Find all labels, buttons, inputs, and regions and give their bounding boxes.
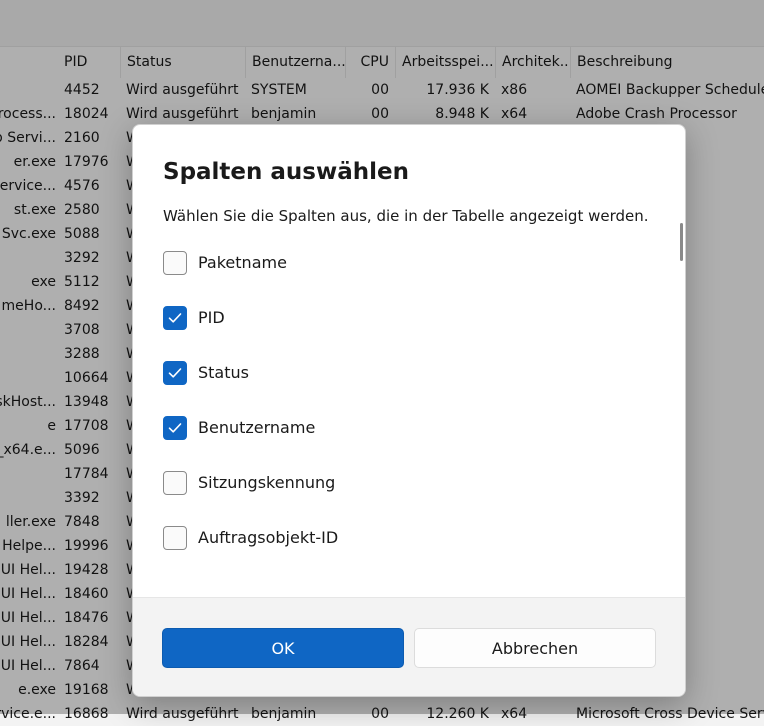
- checkmark-icon: [168, 368, 182, 378]
- column-option-label: PID: [198, 308, 225, 327]
- column-option[interactable]: PID: [163, 306, 463, 332]
- dialog-footer: OK Abbrechen: [133, 597, 685, 696]
- column-option[interactable]: Status: [163, 361, 463, 387]
- ok-button[interactable]: OK: [162, 628, 404, 668]
- column-option[interactable]: Sitzungskennung: [163, 471, 463, 497]
- checkbox[interactable]: [163, 251, 187, 275]
- column-option-label: Auftragsobjekt-ID: [198, 528, 339, 547]
- checkbox[interactable]: [163, 471, 187, 495]
- dialog-description: Wählen Sie die Spalten aus, die in der T…: [163, 207, 649, 225]
- cancel-button[interactable]: Abbrechen: [414, 628, 656, 668]
- column-option[interactable]: Benutzername: [163, 416, 463, 442]
- checkbox[interactable]: [163, 416, 187, 440]
- column-option-label: Paketname: [198, 253, 287, 272]
- checkbox[interactable]: [163, 306, 187, 330]
- select-columns-dialog: Spalten auswählen Wählen Sie die Spalten…: [132, 124, 686, 697]
- column-option-label: Status: [198, 363, 249, 382]
- column-option-label: Sitzungskennung: [198, 473, 336, 492]
- checkmark-icon: [168, 423, 182, 433]
- scrollbar-thumb[interactable]: [680, 223, 683, 261]
- column-option[interactable]: Auftragsobjekt-ID: [163, 526, 463, 552]
- checkbox[interactable]: [163, 526, 187, 550]
- column-option-label: Benutzername: [198, 418, 316, 437]
- checkmark-icon: [168, 313, 182, 323]
- checkbox[interactable]: [163, 361, 187, 385]
- column-option[interactable]: Paketname: [163, 251, 463, 277]
- dialog-title: Spalten auswählen: [163, 159, 409, 185]
